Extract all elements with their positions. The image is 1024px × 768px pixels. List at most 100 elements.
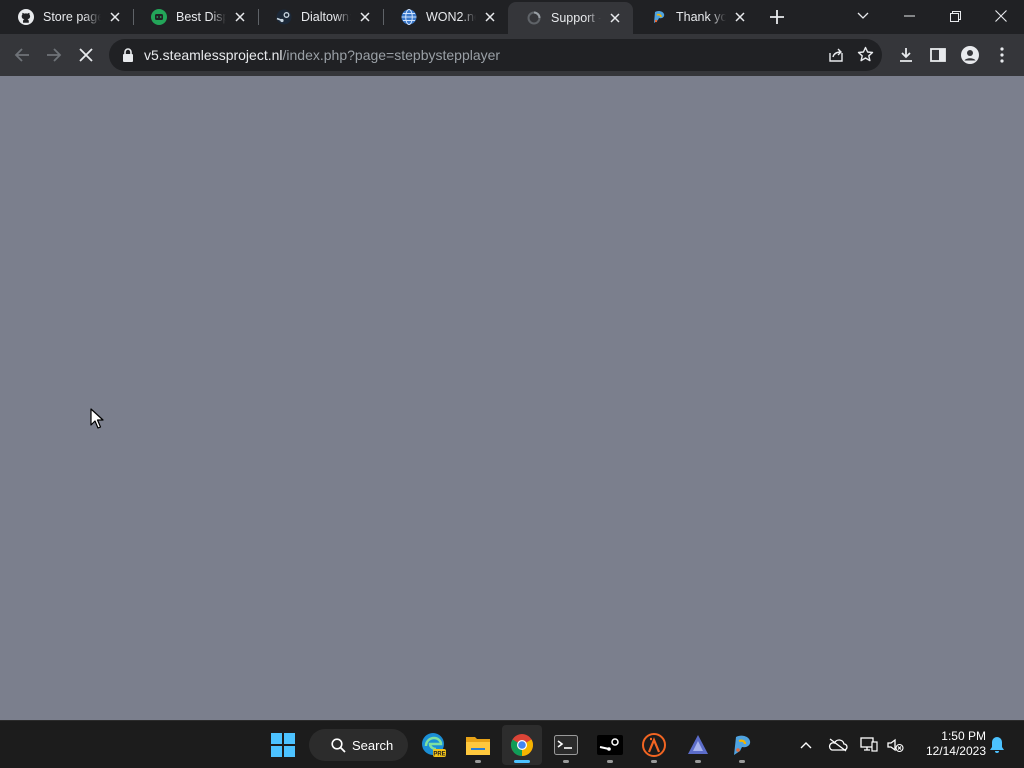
svg-text:PRE: PRE (433, 752, 445, 758)
windows-start-icon (271, 733, 295, 757)
onedrive-tray[interactable] (827, 734, 849, 756)
show-hidden-icons-button[interactable] (795, 734, 817, 756)
tab-title: Dialtown: P (301, 10, 351, 24)
github-icon (18, 9, 34, 25)
taskbar-affinity[interactable] (678, 725, 718, 765)
running-indicator (563, 760, 569, 763)
chrome-icon (511, 734, 533, 756)
running-indicator (607, 760, 613, 763)
menu-button[interactable] (988, 41, 1016, 69)
cloud-off-icon (828, 738, 848, 752)
tab-support[interactable]: Support - S (508, 2, 633, 34)
tab-strip: Store page Best Dispos Dialtown: P WON2.… (0, 0, 1024, 34)
close-icon (79, 48, 93, 62)
url-path: /index.php?page=stepbystepplayer (282, 47, 501, 63)
page-viewport (0, 76, 1024, 720)
volume-muted-icon (887, 738, 904, 753)
clock-time: 1:50 PM (941, 729, 986, 743)
close-icon[interactable] (607, 10, 623, 26)
tab-title: Best Dispos (176, 10, 226, 24)
tab-best-dispos[interactable]: Best Dispos (133, 2, 258, 32)
taskbar-file-explorer[interactable] (458, 725, 498, 765)
new-tab-button[interactable] (767, 8, 787, 26)
bookmark-star-icon[interactable] (857, 46, 874, 68)
taskbar-chrome[interactable] (502, 725, 542, 765)
globe-icon (401, 9, 417, 25)
chevron-up-icon (800, 742, 812, 749)
taskbar-terminal[interactable] (546, 725, 586, 765)
forward-button[interactable] (40, 41, 68, 69)
taskbar-steam[interactable] (590, 725, 630, 765)
windows-taskbar: Search PRE 1:50 PM 12/14/2023 (0, 720, 1024, 768)
clock-date: 12/14/2023 (925, 744, 986, 758)
side-panel-icon (930, 48, 946, 62)
tab-won2[interactable]: WON2.net (383, 2, 508, 32)
loading-spinner-icon (526, 10, 542, 26)
back-button[interactable] (8, 41, 36, 69)
running-indicator (651, 760, 657, 763)
restore-button[interactable] (932, 0, 978, 32)
tab-thank-you[interactable]: Thank you (633, 2, 758, 32)
chat-bubble-icon (151, 9, 167, 25)
paint-icon (734, 735, 751, 755)
more-vert-icon (1000, 47, 1004, 63)
tab-title: WON2.net (426, 10, 476, 24)
taskbar-half-life[interactable] (634, 725, 674, 765)
download-icon (900, 48, 912, 62)
tab-store-page[interactable]: Store page (0, 2, 133, 32)
url-host: v5.steamlessproject.nl (144, 47, 283, 63)
close-icon (995, 10, 1007, 22)
side-panel-button[interactable] (924, 41, 952, 69)
taskbar-edge[interactable]: PRE (414, 725, 454, 765)
volume-tray[interactable] (884, 734, 906, 756)
network-tray[interactable] (858, 734, 880, 756)
arrow-right-icon (47, 48, 62, 62)
steam-icon (597, 735, 623, 755)
close-icon[interactable] (107, 9, 123, 25)
stop-loading-button[interactable] (72, 41, 100, 69)
terminal-icon (554, 735, 578, 755)
taskbar-paint[interactable] (722, 725, 762, 765)
restore-icon (949, 10, 961, 22)
chevron-down-icon (857, 12, 869, 19)
close-icon[interactable] (357, 9, 373, 25)
tab-title: Support - S (551, 11, 601, 25)
minimize-button[interactable] (886, 0, 932, 32)
share-icon[interactable] (828, 47, 844, 68)
tab-dialtown[interactable]: Dialtown: P (258, 2, 383, 32)
notifications-button[interactable] (986, 734, 1008, 756)
network-icon (860, 737, 878, 752)
start-button[interactable] (263, 725, 303, 765)
taskbar-search[interactable]: Search (309, 729, 408, 761)
close-icon[interactable] (232, 9, 248, 25)
minimize-icon (903, 15, 915, 17)
mouse-cursor-icon (90, 408, 104, 434)
tab-title: Thank you (676, 10, 726, 24)
tab-title: Store page (43, 10, 101, 24)
close-icon[interactable] (732, 9, 748, 25)
plus-icon (770, 10, 784, 24)
profile-button[interactable] (956, 41, 984, 69)
running-indicator (695, 760, 701, 763)
search-label: Search (352, 737, 394, 753)
close-window-button[interactable] (978, 0, 1024, 32)
file-explorer-icon (466, 737, 490, 755)
running-indicator (739, 760, 745, 763)
tab-search-button[interactable] (840, 0, 886, 32)
browser-toolbar: v5.steamlessproject.nl/index.php?page=st… (0, 34, 1024, 76)
edge-icon: PRE (422, 733, 446, 758)
half-life-icon (642, 733, 666, 757)
steam-icon (276, 9, 292, 25)
close-icon[interactable] (482, 9, 498, 25)
bell-icon (990, 737, 1004, 753)
running-indicator (514, 760, 530, 763)
system-clock[interactable]: 1:50 PM 12/14/2023 (914, 729, 986, 759)
address-bar[interactable]: v5.steamlessproject.nl/index.php?page=st… (109, 39, 882, 71)
paint-icon (651, 9, 667, 25)
downloads-button[interactable] (892, 41, 920, 69)
avatar-icon (961, 46, 979, 64)
arrow-left-icon (14, 48, 29, 62)
url-text: v5.steamlessproject.nl/index.php?page=st… (144, 47, 500, 63)
affinity-icon (688, 735, 708, 754)
site-info-icon[interactable] (121, 48, 135, 62)
